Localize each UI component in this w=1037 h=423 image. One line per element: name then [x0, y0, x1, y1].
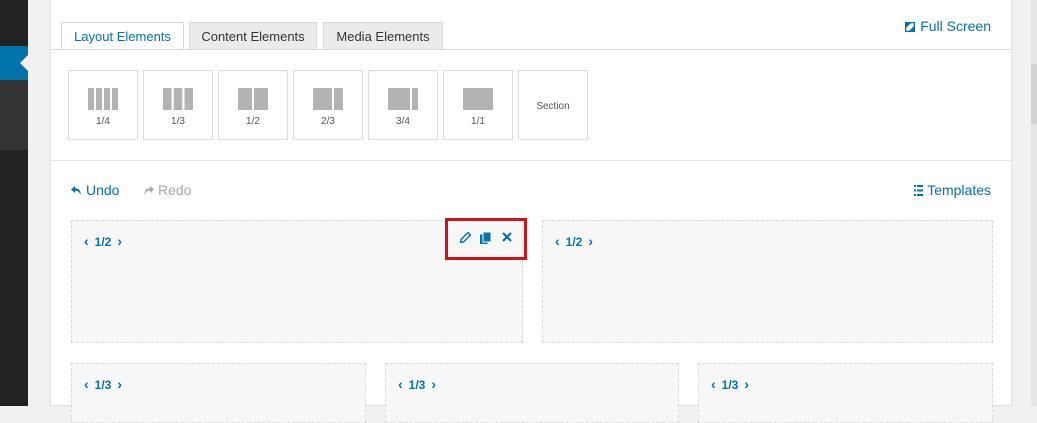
- element-label: 1/4: [96, 116, 110, 127]
- undo-icon: [71, 186, 81, 195]
- column-size: 1/2: [94, 235, 112, 249]
- scrollbar-thumb[interactable]: [1031, 64, 1037, 124]
- fullscreen-icon: [904, 21, 916, 33]
- full-screen-label: Full Screen: [920, 18, 991, 34]
- increase-size-icon[interactable]: ›: [117, 233, 122, 249]
- element-two-thirds[interactable]: 2/3: [293, 70, 363, 140]
- element-one-third[interactable]: 1/3: [143, 70, 213, 140]
- redo-label: Redo: [158, 182, 192, 198]
- increase-size-icon[interactable]: ›: [744, 376, 749, 392]
- increase-size-icon[interactable]: ›: [588, 233, 593, 249]
- templates-icon: [914, 185, 924, 196]
- full-width-icon: [463, 88, 493, 110]
- two-thirds-icon: [313, 88, 343, 110]
- tab-layout-elements[interactable]: Layout Elements: [61, 22, 184, 50]
- element-label: 2/3: [321, 116, 335, 127]
- redo-icon: [144, 186, 154, 195]
- element-three-fourths[interactable]: 3/4: [368, 70, 438, 140]
- two-columns-icon: [238, 88, 268, 110]
- templates-label: Templates: [927, 182, 991, 198]
- column-size-control: ‹ 1/3 ›: [711, 376, 749, 392]
- decrease-size-icon[interactable]: ‹: [555, 233, 560, 249]
- decrease-size-icon[interactable]: ‹: [711, 376, 716, 392]
- column-actions-highlight: [445, 218, 527, 260]
- column-size-control: ‹ 1/2 ›: [555, 233, 593, 249]
- element-one-fourth[interactable]: 1/4: [68, 70, 138, 140]
- redo-button[interactable]: Redo: [143, 182, 191, 198]
- element-label: 1/2: [246, 116, 260, 127]
- edit-pencil-icon[interactable]: [460, 232, 471, 243]
- four-columns-icon: [88, 88, 118, 110]
- decrease-size-icon[interactable]: ‹: [84, 233, 89, 249]
- admin-sidebar: [0, 0, 28, 406]
- column-one-third[interactable]: ‹ 1/3 ›: [698, 363, 993, 423]
- templates-button[interactable]: Templates: [914, 182, 991, 198]
- tab-media-elements[interactable]: Media Elements: [323, 22, 443, 49]
- element-label: 1/1: [471, 116, 485, 127]
- divider: [51, 160, 1011, 161]
- column-one-third[interactable]: ‹ 1/3 ›: [71, 363, 366, 423]
- element-full-width[interactable]: 1/1: [443, 70, 513, 140]
- tab-divider: [51, 49, 1011, 50]
- undo-button[interactable]: Undo: [71, 182, 119, 198]
- column-one-third[interactable]: ‹ 1/3 ›: [385, 363, 679, 423]
- right-scroll-strip: [1031, 0, 1037, 406]
- column-size: 1/2: [565, 235, 583, 249]
- column-size-control: ‹ 1/3 ›: [398, 376, 436, 392]
- three-columns-icon: [163, 88, 193, 110]
- full-screen-button[interactable]: Full Screen: [904, 18, 991, 34]
- column-size: 1/3: [408, 378, 426, 392]
- column-size: 1/3: [721, 378, 739, 392]
- column-size: 1/3: [94, 378, 112, 392]
- builder-panel: Layout Elements Content Elements Media E…: [50, 0, 1012, 423]
- element-label: 3/4: [396, 116, 410, 127]
- tab-content-elements[interactable]: Content Elements: [189, 22, 317, 49]
- delete-x-icon[interactable]: [502, 232, 512, 242]
- sidebar-active-item[interactable]: [0, 46, 28, 80]
- element-section[interactable]: Section: [518, 70, 588, 140]
- column-size-control: ‹ 1/2 ›: [84, 233, 122, 249]
- undo-label: Undo: [86, 182, 120, 198]
- element-one-half[interactable]: 1/2: [218, 70, 288, 140]
- element-label: 1/3: [171, 116, 185, 127]
- increase-size-icon[interactable]: ›: [117, 376, 122, 392]
- decrease-size-icon[interactable]: ‹: [398, 376, 403, 392]
- decrease-size-icon[interactable]: ‹: [84, 376, 89, 392]
- column-size-control: ‹ 1/3 ›: [84, 376, 122, 392]
- clone-icon[interactable]: [480, 232, 491, 244]
- column-one-half[interactable]: ‹ 1/2 ›: [542, 220, 993, 343]
- three-quarters-icon: [388, 88, 418, 110]
- element-label: Section: [536, 101, 570, 112]
- sidebar-item[interactable]: [0, 80, 28, 150]
- increase-size-icon[interactable]: ›: [431, 376, 436, 392]
